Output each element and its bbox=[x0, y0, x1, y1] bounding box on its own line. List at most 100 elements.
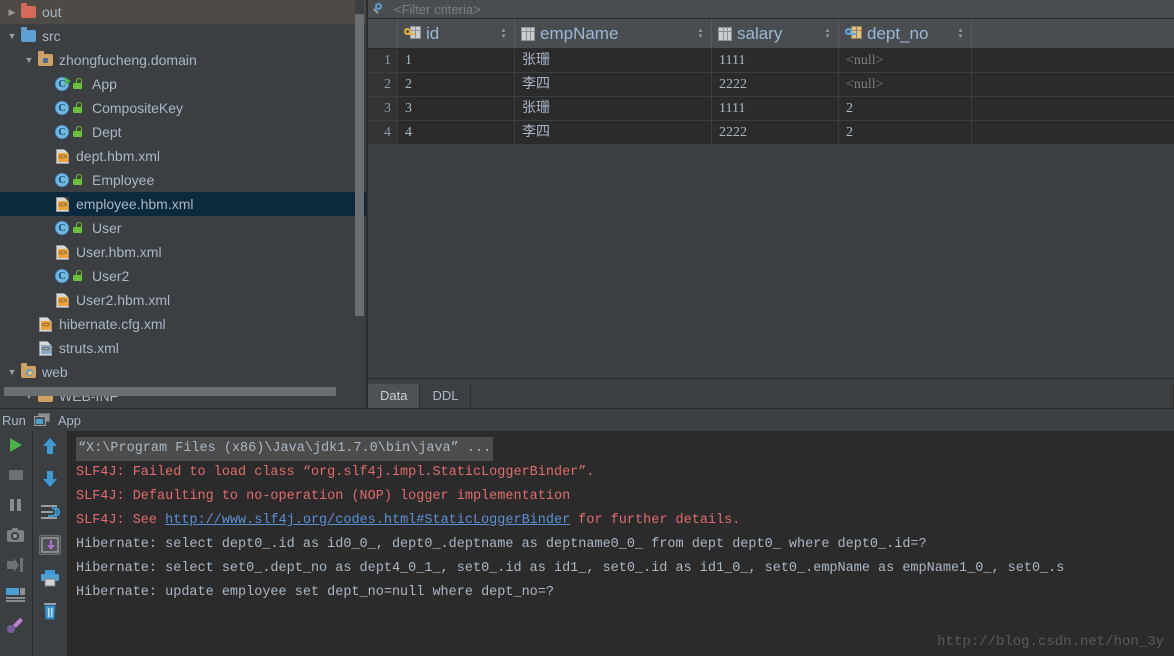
scroll-up-icon[interactable] bbox=[39, 436, 61, 456]
soft-wrap-icon[interactable] bbox=[39, 502, 61, 522]
cell-empName[interactable]: 李四 bbox=[515, 121, 712, 144]
tree-item-src[interactable]: ▼ src bbox=[0, 24, 368, 48]
dump-threads-icon[interactable] bbox=[5, 525, 27, 545]
tree-item-label: dept.hbm.xml bbox=[76, 148, 161, 164]
project-tree-vertical-scrollbar[interactable] bbox=[355, 14, 364, 316]
tree-item-hibernate-cfg-xml[interactable]: <> hibernate.cfg.xml bbox=[0, 312, 368, 336]
cell-empName[interactable]: 张珊 bbox=[515, 97, 712, 120]
run-console-toolbar[interactable] bbox=[33, 431, 68, 656]
cell-dept_no[interactable]: <null> bbox=[839, 73, 972, 96]
cell-salary[interactable]: 1111 bbox=[712, 49, 839, 72]
tree-item-dept[interactable]: C Dept bbox=[0, 120, 368, 144]
grid-column-headers[interactable]: id ▴ ▾ empName ▴ ▾ salary ▴ ▾ dept_no ▴ ▾ bbox=[368, 19, 1174, 49]
grid-rows[interactable]: 1 1 张珊 1111 <null> 2 2 李四 2222 <null> 3 3 张珊 1111 2 4 4 李… bbox=[368, 49, 1174, 145]
tree-item-label: src bbox=[42, 28, 61, 44]
cell-id[interactable]: 1 bbox=[398, 49, 515, 72]
step-over-icon[interactable] bbox=[5, 555, 27, 575]
column-header-id[interactable]: id ▴ ▾ bbox=[398, 19, 515, 48]
cell-id[interactable]: 3 bbox=[398, 97, 515, 120]
folder-src-icon bbox=[20, 27, 38, 44]
cell-salary[interactable]: 2222 bbox=[712, 73, 839, 96]
run-left-toolbar[interactable] bbox=[0, 431, 33, 656]
row-number: 1 bbox=[368, 49, 398, 72]
console-hyperlink[interactable]: http://www.slf4j.org/codes.html#StaticLo… bbox=[165, 513, 570, 528]
cell-salary[interactable]: 2222 bbox=[712, 121, 839, 144]
java-class-icon: C bbox=[54, 100, 88, 116]
table-row[interactable]: 4 4 李四 2222 2 bbox=[368, 121, 1174, 145]
scroll-to-end-icon[interactable] bbox=[39, 535, 61, 555]
column-header-salary[interactable]: salary ▴ ▾ bbox=[712, 19, 839, 48]
console-line: Hibernate: select dept0_.id as id0_0_, d… bbox=[76, 537, 927, 552]
console-line: SLF4J: Failed to load class “org.slf4j.i… bbox=[76, 465, 595, 480]
watermark-text: http://blog.csdn.net/hon_3y bbox=[937, 634, 1164, 650]
table-row[interactable]: 3 3 张珊 1111 2 bbox=[368, 97, 1174, 121]
run-tool-window-label[interactable]: Run bbox=[2, 413, 26, 428]
column-icon bbox=[521, 26, 535, 41]
cell-salary[interactable]: 1111 bbox=[712, 97, 839, 120]
settings-icon[interactable] bbox=[5, 615, 27, 635]
tree-item-app[interactable]: C App bbox=[0, 72, 368, 96]
tree-item-struts-xml[interactable]: <> struts.xml bbox=[0, 336, 368, 360]
tree-item-label: User2 bbox=[92, 268, 130, 284]
chevron-down-icon[interactable]: ▼ bbox=[4, 367, 20, 377]
folder-out-icon bbox=[20, 3, 38, 20]
tree-item-dept-hbm-xml[interactable]: <> dept.hbm.xml bbox=[0, 144, 368, 168]
print-icon[interactable] bbox=[39, 568, 61, 588]
tree-item-zhongfucheng-domain[interactable]: ▼ zhongfucheng.domain bbox=[0, 48, 368, 72]
cell-id[interactable]: 2 bbox=[398, 73, 515, 96]
table-row[interactable]: 1 1 张珊 1111 <null> bbox=[368, 49, 1174, 73]
sort-indicator-icon[interactable]: ▴ ▾ bbox=[824, 27, 831, 40]
tab-data[interactable]: Data bbox=[368, 384, 421, 408]
run-configuration-name[interactable]: App bbox=[58, 413, 81, 428]
column-header-dept_no[interactable]: dept_no ▴ ▾ bbox=[839, 19, 972, 48]
clear-all-icon[interactable] bbox=[39, 601, 61, 621]
tree-item-label: Dept bbox=[92, 124, 122, 140]
grid-empty-area bbox=[368, 145, 1174, 378]
tree-item-employee[interactable]: C Employee bbox=[0, 168, 368, 192]
java-class-icon: C bbox=[54, 268, 88, 284]
cell-empName[interactable]: 李四 bbox=[515, 73, 712, 96]
tree-item-user-hbm-xml[interactable]: <> User.hbm.xml bbox=[0, 240, 368, 264]
tree-item-user[interactable]: C User bbox=[0, 216, 368, 240]
grid-bottom-tabs[interactable]: Data DDL bbox=[368, 378, 1174, 408]
cell-dept_no[interactable]: <null> bbox=[839, 49, 972, 72]
filter-bar[interactable]: <Filter criteria> bbox=[368, 0, 1174, 19]
filter-input-placeholder[interactable]: <Filter criteria> bbox=[394, 2, 481, 17]
search-filter-icon[interactable] bbox=[372, 2, 386, 16]
column-header-empName[interactable]: empName ▴ ▾ bbox=[515, 19, 712, 48]
sort-indicator-icon[interactable]: ▴ ▾ bbox=[500, 27, 507, 40]
tab-ddl[interactable]: DDL bbox=[420, 384, 472, 408]
pause-icon[interactable] bbox=[5, 495, 27, 515]
folder-package-icon bbox=[37, 51, 55, 68]
cell-dept_no[interactable]: 2 bbox=[839, 97, 972, 120]
tree-item-label: employee.hbm.xml bbox=[76, 196, 194, 212]
cell-dept_no[interactable]: 2 bbox=[839, 121, 972, 144]
tree-item-compositekey[interactable]: C CompositeKey bbox=[0, 96, 368, 120]
chevron-down-icon[interactable]: ▼ bbox=[21, 55, 37, 65]
tree-item-employee-hbm-xml[interactable]: <> employee.hbm.xml bbox=[0, 192, 368, 216]
scroll-down-icon[interactable] bbox=[39, 469, 61, 489]
tree-item-user2-hbm-xml[interactable]: <> User2.hbm.xml bbox=[0, 288, 368, 312]
chevron-right-icon[interactable]: ▶ bbox=[4, 7, 20, 18]
tree-item-user2[interactable]: C User2 bbox=[0, 264, 368, 288]
project-tree-horizontal-scrollbar[interactable] bbox=[4, 387, 336, 396]
sort-indicator-icon[interactable]: ▴ ▾ bbox=[957, 27, 964, 40]
cell-id[interactable]: 4 bbox=[398, 121, 515, 144]
stop-icon[interactable] bbox=[5, 465, 27, 485]
run-tool-window-header: Run App bbox=[0, 409, 1174, 431]
tree-item-out[interactable]: ▶ out bbox=[0, 0, 368, 24]
project-tree-panel[interactable]: ▶ out ▼ src ▼ zhongfucheng.domain C App C Compo… bbox=[0, 0, 368, 408]
console-layout-icon[interactable] bbox=[5, 585, 27, 605]
cell-empName[interactable]: 张珊 bbox=[515, 49, 712, 72]
xml-file-icon: <> bbox=[54, 292, 72, 308]
foreign-key-icon bbox=[845, 26, 862, 41]
tree-item-web[interactable]: ▼ web bbox=[0, 360, 368, 384]
table-row[interactable]: 2 2 李四 2222 <null> bbox=[368, 73, 1174, 97]
sort-indicator-icon[interactable]: ▴ ▾ bbox=[697, 27, 704, 40]
console-line: Hibernate: select set0_.dept_no as dept4… bbox=[76, 561, 1065, 576]
rerun-icon[interactable] bbox=[5, 435, 27, 455]
console-output[interactable]: “X:\Program Files (x86)\Java\jdk1.7.0\bi… bbox=[68, 431, 1174, 656]
chevron-down-icon[interactable]: ▼ bbox=[4, 31, 20, 41]
console-line: SLF4J: Defaulting to no-operation (NOP) … bbox=[76, 489, 571, 504]
